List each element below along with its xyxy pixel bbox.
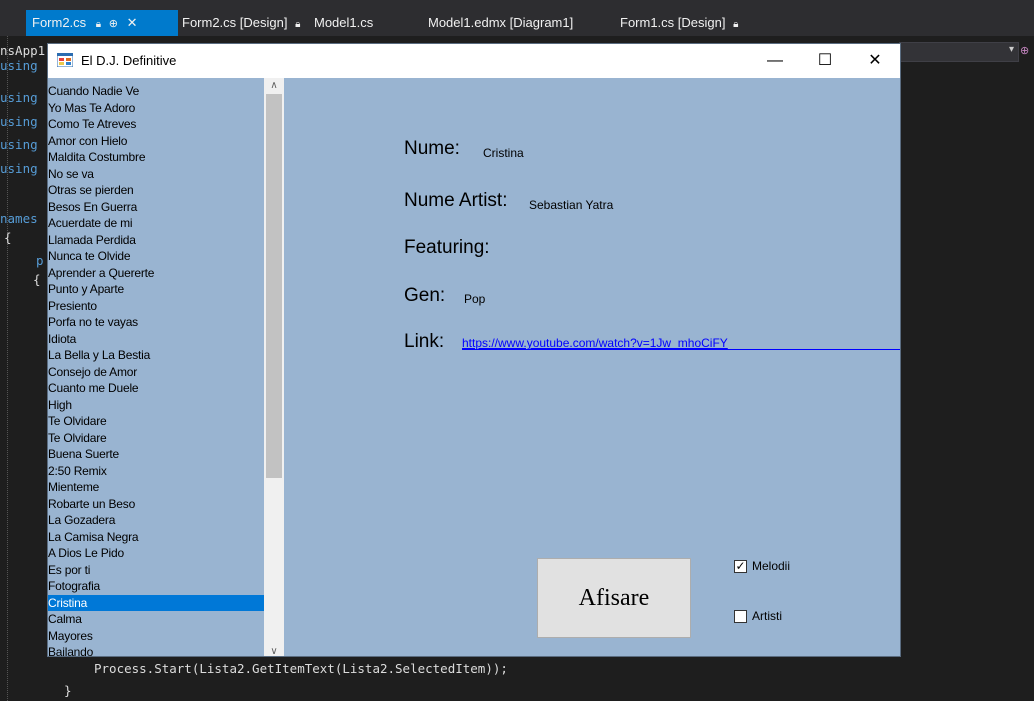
list-item[interactable]: No se va [48, 166, 264, 183]
tab-form2-cs[interactable]: Form2.cs 🔒︎ ⊕ ✕ [26, 10, 178, 36]
melodii-label: Melodii [752, 559, 791, 573]
code-namespace: names [0, 211, 38, 226]
song-list: Cuando Nadie Ve Yo Mas Te Adoro Como Te At… [48, 83, 264, 656]
minimize-button[interactable]: — [752, 44, 798, 78]
lock-icon: 🔒︎ [733, 19, 739, 30]
list-item[interactable]: Mienteme [48, 479, 264, 496]
list-item[interactable]: La Camisa Negra [48, 529, 264, 546]
list-item[interactable]: Punto y Aparte [48, 281, 264, 298]
nume-label: Nume: [404, 138, 460, 159]
ide-title-strip [0, 0, 1034, 10]
gen-value: Pop [464, 292, 486, 306]
tab-model1-edmx[interactable]: Model1.edmx [Diagram1] [428, 10, 573, 36]
tab-model1-cs[interactable]: Model1.cs [314, 10, 373, 36]
close-button[interactable]: ✕ [852, 44, 898, 78]
window-title-bar[interactable]: El D.J. Definitive — ☐ ✕ [48, 44, 900, 78]
code-using-5: using [0, 161, 38, 176]
list-item[interactable]: Amor con Hielo [48, 133, 264, 150]
scroll-up-icon[interactable]: ∧ [264, 78, 284, 94]
code-public: p [36, 253, 44, 268]
code-brace-close: } [64, 683, 72, 698]
app-window: El D.J. Definitive — ☐ ✕ Cuando Nadie Ve… [48, 44, 900, 657]
listbox-scrollbar[interactable]: ∧ ∨ [264, 78, 284, 657]
artisti-label: Artisti [752, 609, 782, 623]
list-item[interactable]: Porfa no te vayas [48, 314, 264, 331]
youtube-link[interactable]: https://www.youtube.com/watch?v=1Jw_mhoC… [462, 336, 728, 350]
document-tab-bar: Form2.cs 🔒︎ ⊕ ✕ Form2.cs [Design] 🔒︎ Mod… [0, 10, 1034, 36]
list-item[interactable]: Nunca te Olvide [48, 248, 264, 265]
list-item[interactable]: A Dios Le Pido [48, 545, 264, 562]
list-item[interactable]: Como Te Atreves [48, 116, 264, 133]
list-item[interactable]: Presiento [48, 298, 264, 315]
list-item[interactable]: Calma [48, 611, 264, 628]
artisti-checkbox[interactable] [734, 610, 747, 623]
list-item[interactable]: Bailando [48, 644, 264, 656]
link-underline-extension [462, 349, 900, 350]
code-process-start: Process.Start(Lista2.GetItemText(Lista2.… [94, 661, 508, 676]
list-item[interactable]: La Gozadera [48, 512, 264, 529]
list-item[interactable]: Fotografia [48, 578, 264, 595]
code-brace-open: { [4, 230, 12, 245]
list-item[interactable]: Otras se pierden [48, 182, 264, 199]
scroll-down-icon[interactable]: ∨ [264, 644, 284, 660]
lock-icon: 🔒︎ [295, 19, 301, 30]
scrollbar-thumb[interactable] [266, 94, 282, 478]
list-item[interactable]: Te Olvidare [48, 430, 264, 447]
lock-icon: 🔒︎ [95, 19, 102, 30]
code-using-1: using [0, 58, 38, 73]
artist-label: Nume Artist: [404, 190, 508, 211]
list-item[interactable]: Yo Mas Te Adoro [48, 100, 264, 117]
list-item[interactable]: Consejo de Amor [48, 364, 264, 381]
code-using-4: using [0, 137, 38, 152]
list-item[interactable]: Robarte un Beso [48, 496, 264, 513]
list-item[interactable]: Buena Suerte [48, 446, 264, 463]
code-using-3: using [0, 114, 38, 129]
featuring-label: Featuring: [404, 237, 490, 258]
list-item[interactable]: Llamada Perdida [48, 232, 264, 249]
gen-label: Gen: [404, 285, 446, 306]
tab-form2-design[interactable]: Form2.cs [Design] 🔒︎ [178, 10, 300, 36]
afisare-button[interactable]: Afisare [537, 558, 691, 638]
list-item[interactable]: Besos En Guerra [48, 199, 264, 216]
list-item[interactable]: Acuerdate de mi [48, 215, 264, 232]
maximize-button[interactable]: ☐ [802, 44, 848, 78]
tab-form1-design[interactable]: Form1.cs [Design] 🔒︎ [620, 10, 738, 36]
melodii-checkbox[interactable]: ✓ [734, 560, 747, 573]
close-tab-icon[interactable]: ✕ [127, 15, 138, 30]
code-brace-open-2: { [33, 272, 41, 287]
pin-icon[interactable]: ⊕ [109, 18, 118, 30]
list-item[interactable]: Mayores [48, 628, 264, 645]
list-item[interactable]: Cuando Nadie Ve [48, 83, 264, 100]
link-label: Link: [404, 331, 445, 352]
list-item[interactable]: Te Olvidare [48, 413, 264, 430]
list-item[interactable]: La Bella y La Bestia [48, 347, 264, 364]
member-dropdown[interactable]: ▾ [899, 42, 1019, 62]
list-item[interactable]: Cristina [48, 594, 264, 611]
list-item[interactable]: Maldita Costumbre [48, 149, 264, 166]
code-using-2: using [0, 90, 38, 105]
song-listbox[interactable]: Cuando Nadie Ve Yo Mas Te Adoro Como Te At… [48, 78, 284, 656]
list-item[interactable]: Cuanto me Duele [48, 380, 264, 397]
list-item[interactable]: High [48, 397, 264, 414]
list-item[interactable]: Aprender a Quererte [48, 265, 264, 282]
artist-value: Sebastian Yatra [529, 198, 614, 212]
app-form-icon [57, 53, 73, 67]
list-item[interactable]: Idiota [48, 331, 264, 348]
list-item[interactable]: 2:50 Remix [48, 463, 264, 480]
window-title: El D.J. Definitive [81, 53, 177, 68]
chevron-down-icon: ▾ [1008, 44, 1014, 55]
member-icon: ⊕ [1020, 45, 1030, 57]
list-item[interactable]: Es por ti [48, 562, 264, 579]
nume-value: Cristina [483, 146, 524, 160]
